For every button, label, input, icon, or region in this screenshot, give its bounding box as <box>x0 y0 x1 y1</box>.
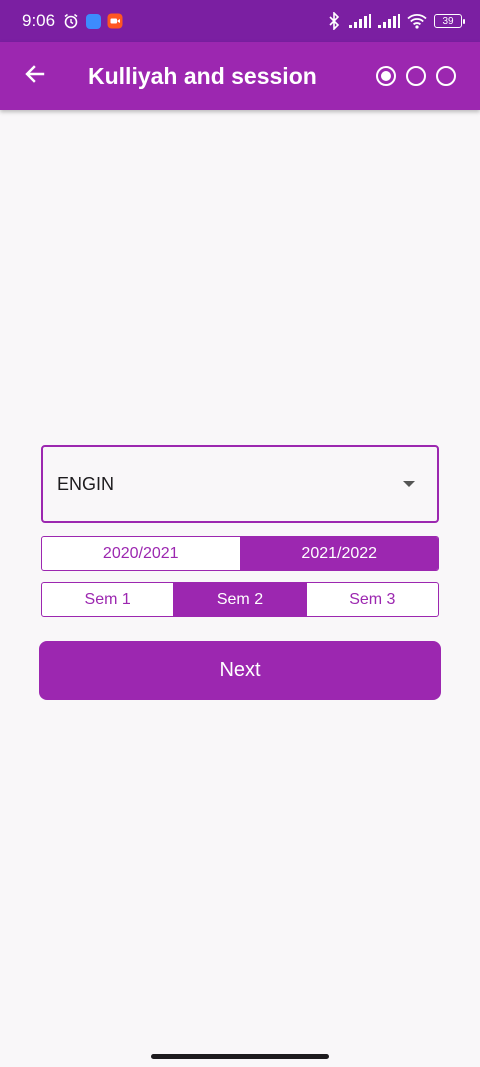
step-dot <box>406 66 426 86</box>
status-right: 39 <box>326 12 465 30</box>
wifi-icon <box>407 13 427 29</box>
kulliyah-selected-value: ENGIN <box>57 473 115 494</box>
semester-option-2[interactable]: Sem 2 <box>173 583 306 616</box>
step-dot <box>436 66 456 86</box>
semester-option-3[interactable]: Sem 3 <box>305 583 438 616</box>
semester-option-1[interactable]: Sem 1 <box>42 583 173 616</box>
status-left: 9:06 <box>22 11 123 31</box>
home-indicator[interactable] <box>151 1054 329 1059</box>
session-option-2021-2022[interactable]: 2021/2022 <box>239 537 438 570</box>
battery-icon: 39 <box>434 14 465 28</box>
camera-notification-icon <box>107 13 123 29</box>
app-bar: Kulliyah and session <box>0 42 480 110</box>
back-button[interactable] <box>0 42 70 110</box>
bluetooth-icon <box>326 12 342 30</box>
alarm-icon <box>63 13 79 29</box>
app-notification-icon <box>85 13 101 29</box>
step-indicator <box>376 66 456 86</box>
semester-selector: Sem 1 Sem 2 Sem 3 <box>41 582 439 617</box>
page-title: Kulliyah and session <box>88 62 317 89</box>
battery-level: 39 <box>442 15 454 27</box>
dropdown-caret-icon <box>403 481 415 487</box>
status-time: 9:06 <box>22 11 56 30</box>
session-selector: 2020/2021 2021/2022 <box>41 536 439 571</box>
signal-icon <box>378 13 400 29</box>
step-dot-active <box>376 66 396 86</box>
session-option-2020-2021[interactable]: 2020/2021 <box>42 537 240 570</box>
signal-icon <box>349 13 371 29</box>
next-button[interactable]: Next <box>39 641 441 700</box>
arrow-left-icon <box>23 62 47 91</box>
status-bar: 9:06 39 <box>0 0 480 42</box>
kulliyah-dropdown[interactable]: ENGIN <box>41 445 439 523</box>
